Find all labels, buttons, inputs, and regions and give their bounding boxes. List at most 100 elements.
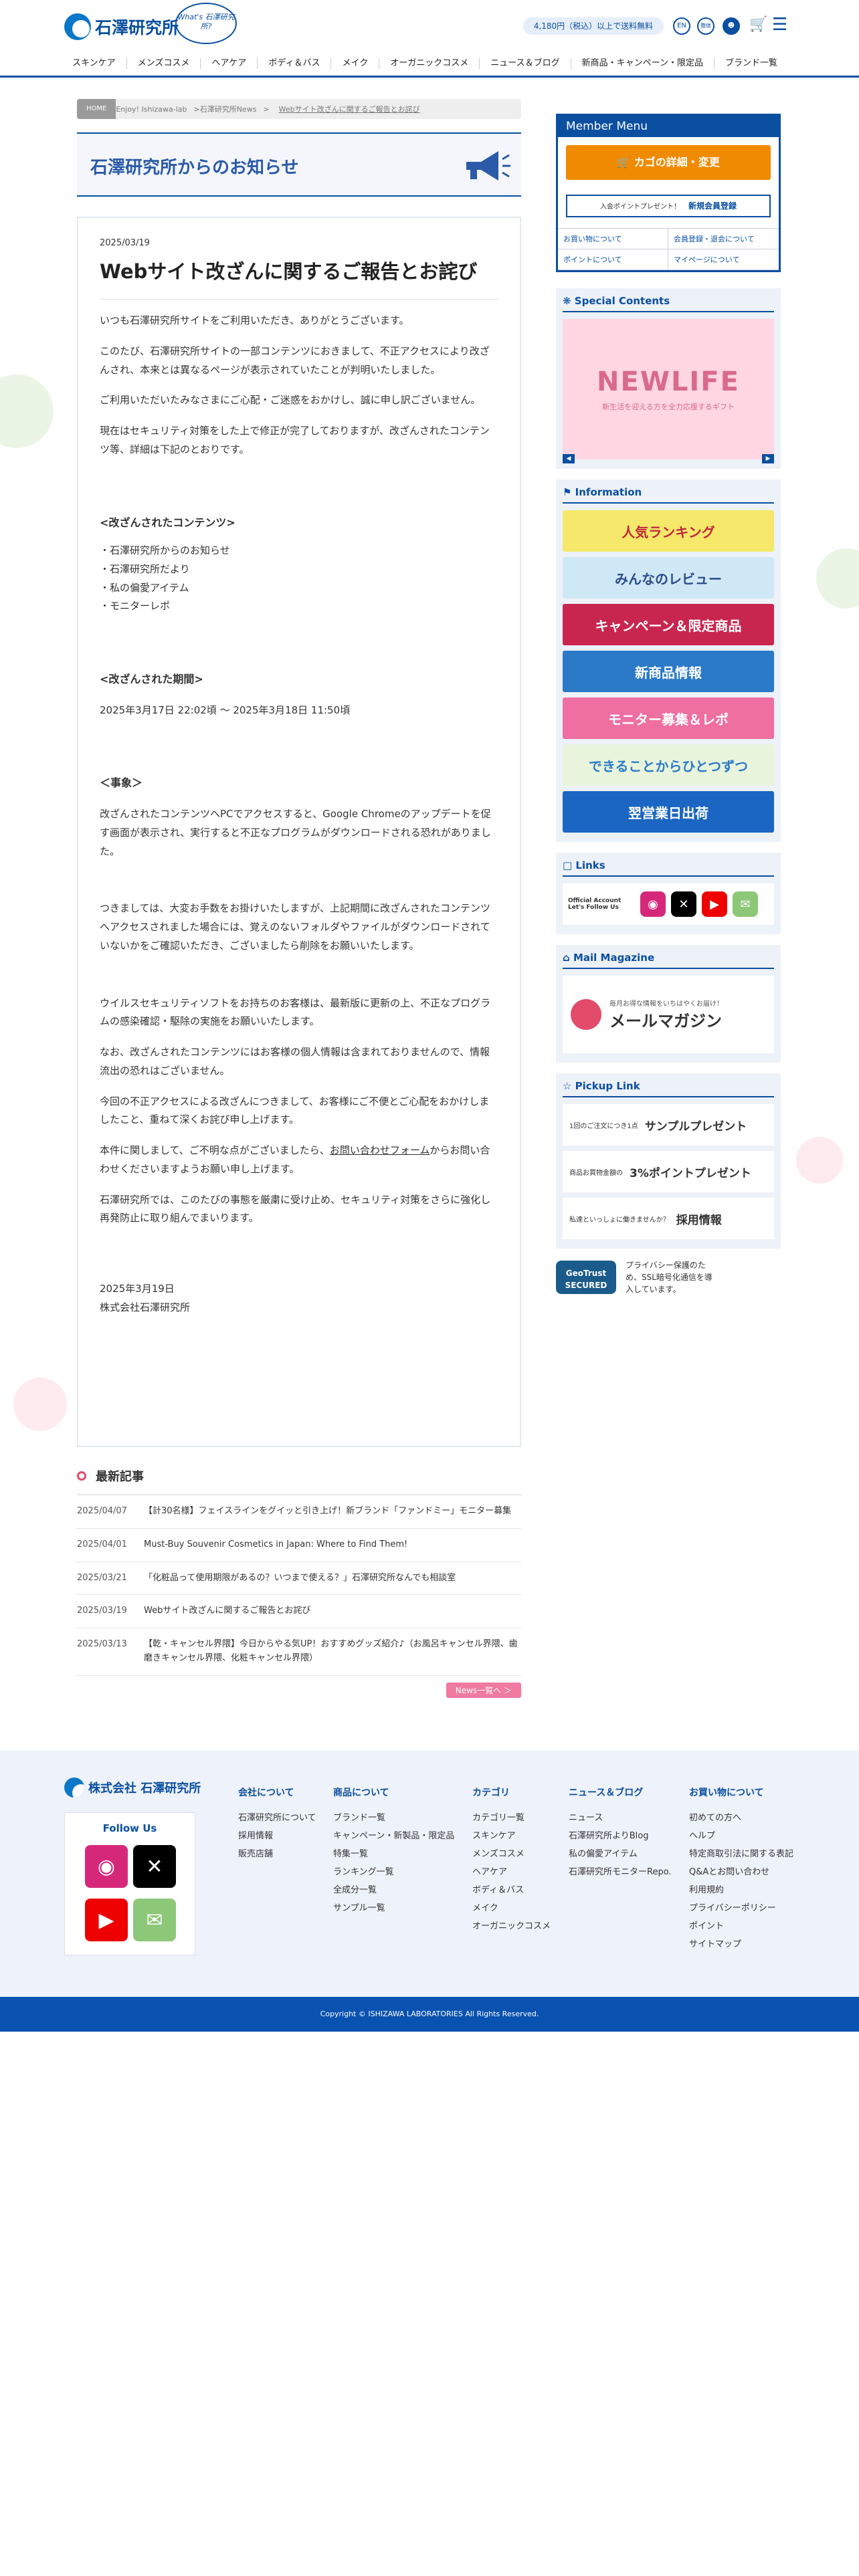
geotrust-seal: GeoTrust SECURED プライバシー保護のため、SSL暗号化通信を導入… [556, 1259, 781, 1295]
follow-title: Follow Us [102, 1822, 157, 1834]
geo-text: プライバシー保護のため、SSL暗号化通信を導入しています。 [626, 1261, 712, 1294]
nav-body[interactable]: ボディ＆バス [258, 58, 332, 69]
footer-link[interactable]: オーガニックコスメ [472, 1917, 551, 1935]
breadcrumb-item[interactable]: Enjoy! Ishizawa-lab [116, 105, 187, 114]
cart-detail-button[interactable]: 🛒 カゴの詳細・変更 [566, 145, 771, 180]
footer-link[interactable]: ヘルプ [689, 1827, 793, 1845]
footer-link[interactable]: 特集一覧 [333, 1845, 454, 1863]
lang-en-button[interactable]: EN [673, 17, 690, 35]
eco-banner[interactable]: できることからひとつずつ [563, 744, 774, 786]
nav-mens[interactable]: メンズコスメ [127, 58, 201, 69]
list-item: ・石澤研究所からのお知らせ [100, 544, 230, 557]
lang-cn-button[interactable]: 簡体 [697, 17, 714, 35]
recent-row[interactable]: 2025/03/13 【乾・キャンセル界隈】今日からやる気UP！おすすめグッズ紹介… [77, 1628, 521, 1676]
cart-icon[interactable]: 🛒 [749, 16, 767, 33]
menu-icon[interactable]: ☰ [772, 15, 787, 35]
footer-link[interactable]: サンプル一覧 [333, 1899, 454, 1917]
footer-link[interactable]: カテゴリ一覧 [472, 1809, 551, 1827]
pickup-recruit[interactable]: 私達といっしょに働きませんか？ 採用情報 [563, 1198, 774, 1239]
shipping-banner[interactable]: 翌営業日出荷 [563, 791, 774, 833]
footer-link[interactable]: ヘアケア [472, 1863, 551, 1881]
footer-link[interactable]: ニュース [569, 1809, 672, 1827]
footer-link[interactable]: 利用規約 [689, 1881, 793, 1899]
footer-link[interactable]: サイトマップ [689, 1935, 793, 1953]
recent-row[interactable]: 2025/03/19 Webサイト改ざんに関するご報告とお詫び [77, 1595, 521, 1629]
nav-brands[interactable]: ブランド一覧 [714, 58, 788, 69]
prev-arrow-icon[interactable]: ◀ [563, 454, 575, 463]
ranking-banner[interactable]: 人気ランキング [563, 510, 774, 552]
breadcrumb-item[interactable]: 石澤研究所News [200, 104, 257, 114]
text-segment: 本件に関しまして、ご不明な点がございましたら、 [100, 1144, 330, 1157]
article-paragraph: 現在はセキュリティ対策をした上で修正が完了しておりますが、改ざんされたコンテンツ… [100, 425, 490, 455]
member-link[interactable]: ポイントについて [558, 249, 668, 270]
follow-bar: Official Account Let's Follow Us ◉ ✕ ▶ ✉ [563, 883, 774, 925]
recent-row[interactable]: 2025/04/07 【計30名様】フェイスラインをグイッと引き上げ！新ブランド「… [77, 1495, 521, 1529]
register-pre: 入会ポイントプレゼント！ [599, 203, 680, 211]
footer-link[interactable]: メンズコスメ [472, 1845, 551, 1863]
main-content: HOME Enjoy! Ishizawa-lab > 石澤研究所News > W… [77, 99, 521, 1698]
footer-link[interactable]: 石澤研究所について [238, 1809, 316, 1827]
member-links: お買い物について 会員登録・退会について ポイントについて マイページについて [558, 228, 779, 270]
register-button[interactable]: 入会ポイントプレゼント！ 新規会員登録 [566, 195, 771, 217]
footer-link[interactable]: 石澤研究所モニターRepo. [569, 1863, 672, 1881]
nav-news[interactable]: ニュース＆ブログ [480, 58, 571, 69]
review-banner[interactable]: みんなのレビュー [563, 557, 774, 599]
circle-icon [77, 1471, 86, 1481]
youtube-icon[interactable]: ▶ [702, 891, 727, 917]
news-list-button[interactable]: News一覧へ ＞ [446, 1682, 521, 1698]
recent-row[interactable]: 2025/04/01 Must-Buy Souvenir Cosmetics in… [77, 1529, 521, 1562]
recent-row[interactable]: 2025/03/21 「化粧品って使用期限があるの？いつまで使える？」石澤研究所な… [77, 1562, 521, 1596]
mail-icon[interactable]: ✉ [733, 891, 758, 917]
article-paragraph: 石澤研究所では、このたびの事態を厳粛に受け止め、セキュリティ対策をさらに強化し再… [100, 1193, 491, 1224]
x-icon[interactable]: ✕ [133, 1845, 176, 1888]
footer-link[interactable]: ポイント [689, 1917, 793, 1935]
footer-link[interactable]: スキンケア [472, 1827, 551, 1845]
campaign-banner[interactable]: キャンペーン＆限定商品 [563, 604, 774, 645]
footer-link[interactable]: ボディ＆バス [472, 1881, 551, 1899]
youtube-icon[interactable]: ▶ [85, 1899, 128, 1941]
links-title-text: Links [575, 859, 605, 871]
next-arrow-icon[interactable]: ▶ [762, 454, 774, 463]
nav-skincare[interactable]: スキンケア [62, 58, 127, 69]
footer-link[interactable]: 特定商取引法に関する表記 [689, 1845, 793, 1863]
article-paragraph: 本件に関しまして、ご不明な点がございましたら、お問い合わせフォームからお問い合わ… [100, 1142, 498, 1179]
mail-magazine-banner[interactable]: 毎月お得な情報をいちはやくお届け！ メールマガジン [563, 976, 774, 1053]
pickup-sample[interactable]: 1回のご注文につき1点 サンプルプレゼント [563, 1104, 774, 1146]
user-icon[interactable]: ☻ [723, 17, 740, 35]
logo-wave-icon [64, 1778, 84, 1798]
nav-campaign[interactable]: 新商品・キャンペーン・限定品 [571, 58, 714, 69]
x-icon[interactable]: ✕ [671, 891, 696, 917]
contact-form-link[interactable]: お問い合わせフォーム [330, 1144, 430, 1156]
recent-title: 最新記事 [96, 1470, 144, 1484]
new-products-banner[interactable]: 新商品情報 [563, 651, 774, 692]
footer-link[interactable]: 石澤研究所よりBlog [569, 1827, 672, 1845]
monitor-banner[interactable]: モニター募集＆レポ [563, 697, 774, 739]
footer-link[interactable]: Q&Aとお問い合わせ [689, 1863, 793, 1881]
instagram-icon[interactable]: ◉ [85, 1845, 128, 1888]
nav-make[interactable]: メイク [331, 58, 380, 69]
footer-link[interactable]: 販売店舗 [238, 1845, 316, 1863]
special-slide[interactable]: NEWLIFE 新生活を迎える方を全力応援するギフト ◀ ▶ [563, 319, 774, 463]
list-item: ・モニターレポ [100, 600, 171, 613]
nav-organic[interactable]: オーガニックコスメ [379, 58, 480, 69]
footer-link[interactable]: キャンペーン・新製品・限定品 [333, 1827, 454, 1845]
footer-link[interactable]: メイク [472, 1899, 551, 1917]
pickup-point[interactable]: 商品お買物金額の 3%ポイントプレゼント [563, 1151, 774, 1192]
whats-ishizawa-badge[interactable]: What's 石澤研究所? [175, 3, 237, 44]
site-logo[interactable]: 石澤研究所 [64, 13, 179, 40]
instagram-icon[interactable]: ◉ [640, 891, 666, 917]
footer-link[interactable]: 全成分一覧 [333, 1881, 454, 1899]
member-link[interactable]: お買い物について [558, 229, 668, 249]
nav-haircare[interactable]: ヘアケア [201, 58, 258, 69]
member-link[interactable]: マイページについて [668, 249, 779, 270]
mail-icon[interactable]: ✉ [133, 1899, 176, 1941]
footer-link[interactable]: ランキング一覧 [333, 1863, 454, 1881]
member-link[interactable]: 会員登録・退会について [668, 229, 779, 249]
breadcrumb-home[interactable]: HOME [77, 99, 116, 119]
footer-link[interactable]: ブランド一覧 [333, 1809, 454, 1827]
footer-link[interactable]: 初めての方へ [689, 1809, 793, 1827]
footer-link[interactable]: プライバシーポリシー [689, 1899, 793, 1917]
footer-link[interactable]: 採用情報 [238, 1827, 316, 1845]
geotrust-logo[interactable]: GeoTrust SECURED [556, 1261, 616, 1294]
footer-link[interactable]: 私の偏愛アイテム [569, 1845, 672, 1863]
